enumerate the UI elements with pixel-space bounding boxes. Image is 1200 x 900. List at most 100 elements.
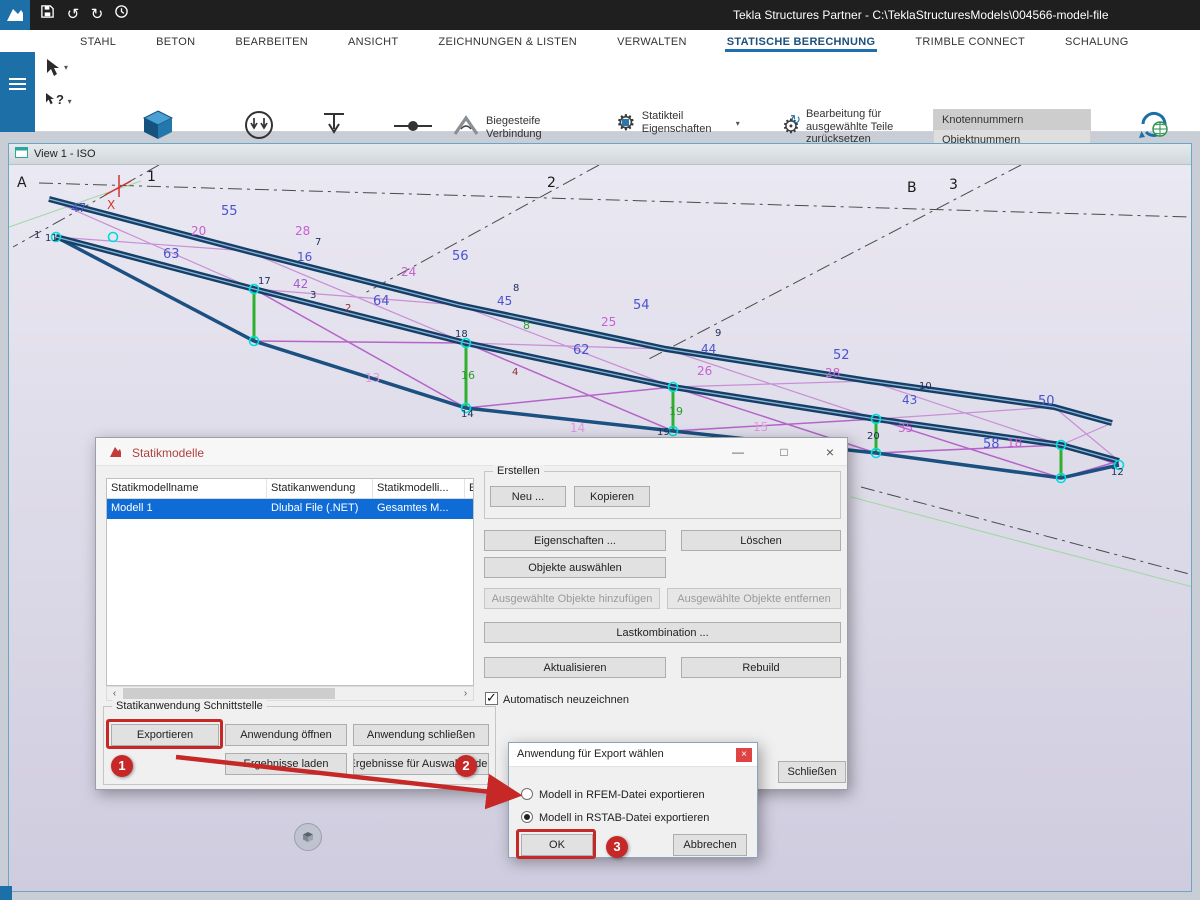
scroll-left-icon[interactable]: ‹ (107, 687, 122, 700)
cell-modelltyp: Gesamtes M... (373, 499, 465, 519)
tab-statische-berechnung[interactable]: STATISCHE BERECHNUNG (725, 33, 878, 52)
dialog-titlebar[interactable]: Statikmodelle — □ × (96, 438, 847, 466)
schliessen-button[interactable]: Schließen (778, 761, 846, 783)
node-label: 63 (163, 247, 180, 262)
node-label: 58 (983, 437, 1000, 452)
history-icon[interactable] (110, 4, 132, 26)
close-icon[interactable]: × (736, 748, 752, 762)
horizontal-scrollbar[interactable]: ‹ › (106, 686, 474, 701)
node-label: 8 (523, 319, 530, 332)
column-header[interactable]: Statikmodelli... (373, 479, 465, 498)
neu-button[interactable]: Neu ... (490, 486, 566, 507)
column-header[interactable]: Statikmodellname (107, 479, 267, 498)
ribbon-tabs: STAHL BETON BEARBEITEN ANSICHT ZEICHNUNG… (0, 30, 1200, 52)
select-tool[interactable]: ▾ (44, 58, 62, 83)
bearbeitung-zuruecksetzen-button[interactable]: ⚙↻ Bearbeitung für ausgewählte Teile zur… (782, 108, 918, 146)
annotation-box-exportieren (106, 719, 223, 749)
node-label: 13 (365, 371, 380, 385)
export-dialog-title: Anwendung für Export wählen (517, 748, 664, 760)
rebuild-button[interactable]: Rebuild (681, 657, 841, 678)
window-title: Tekla Structures Partner - C:\TeklaStruc… (733, 8, 1109, 22)
node-label: 2 (345, 303, 351, 314)
gear-cube-icon: ⚙ (616, 110, 636, 136)
view-titlebar[interactable]: View 1 - ISO (9, 144, 1191, 165)
node-label: 14 (461, 409, 474, 420)
export-dialog-titlebar[interactable]: Anwendung für Export wählen × (509, 743, 757, 767)
minimize-button[interactable]: — (718, 438, 758, 466)
biegesteife-verbindung-button[interactable]: Biegesteife Verbindung (452, 112, 568, 143)
node-label: 11 (45, 233, 58, 244)
node-label: 25 (601, 315, 616, 329)
radio-icon[interactable] (521, 788, 533, 800)
node-label: 10 (919, 381, 932, 392)
tab-verwalten[interactable]: VERWALTEN (615, 33, 689, 52)
navigation-compass[interactable] (294, 823, 322, 851)
kopieren-button[interactable]: Kopieren (574, 486, 650, 507)
table-row[interactable]: Modell 1 Dlubal File (.NET) Gesamtes M..… (107, 499, 473, 519)
chevron-down-icon[interactable]: ▾ (736, 119, 740, 128)
save-icon[interactable] (36, 4, 58, 26)
redo-icon[interactable]: ↻ (86, 4, 108, 26)
ergebnisse-laden-button[interactable]: Ergebnisse laden (225, 753, 347, 775)
node-label: 50 (1038, 394, 1055, 409)
node-label: 12 (1111, 467, 1124, 478)
anwendung-oeffnen-button[interactable]: Anwendung öffnen (225, 724, 347, 746)
tab-zeichnungen-listen[interactable]: ZEICHNUNGEN & LISTEN (436, 33, 579, 52)
rfem-radio[interactable]: Modell in RFEM-Datei exportieren (521, 785, 705, 803)
maximize-button[interactable]: □ (764, 438, 804, 466)
tab-ansicht[interactable]: ANSICHT (346, 33, 400, 52)
node-label: 26 (697, 364, 712, 378)
objekte-auswaehlen-button[interactable]: Objekte auswählen (484, 557, 666, 578)
anwendung-schliessen-button[interactable]: Anwendung schließen (353, 724, 489, 746)
chevron-down-icon[interactable]: ▾ (64, 63, 68, 72)
bearbeitung-zuruecksetzen-label: Bearbeitung für ausgewählte Teile zurück… (806, 108, 918, 146)
cell-anwendung: Dlubal File (.NET) (267, 499, 373, 519)
abbrechen-button[interactable]: Abbrechen (673, 834, 747, 856)
statikmodelle-table[interactable]: Statikmodellname Statikanwendung Statikm… (106, 478, 474, 686)
node-label: 35 (898, 421, 913, 435)
node-label: 14 (570, 421, 585, 435)
help-select-tool[interactable]: ? ▾ (44, 92, 72, 107)
scrollbar-thumb[interactable] (123, 688, 335, 699)
eigenschaften-button[interactable]: Eigenschaften ... (484, 530, 666, 551)
node-marker (109, 233, 118, 242)
objekte-entfernen-button: Ausgewählte Objekte entfernen (667, 588, 841, 609)
undo-icon[interactable]: ↺ (62, 4, 84, 26)
lastgruppen-icon (242, 108, 276, 147)
knotennummern-option[interactable]: Knotennummern (934, 110, 1090, 130)
statikteil-eigenschaften-button[interactable]: ⚙ Statikteil Eigenschaften ▾ (616, 110, 740, 136)
aktualisieren-button[interactable]: Aktualisieren (484, 657, 666, 678)
node-label: 64 (373, 294, 390, 309)
rstab-radio[interactable]: Modell in RSTAB-Datei exportieren (521, 808, 709, 826)
radio-selected-icon[interactable] (521, 811, 533, 823)
dialog-title: Statikmodelle (132, 446, 204, 460)
statik-modelle-icon (141, 108, 175, 147)
column-header[interactable]: E (465, 479, 473, 498)
node-label: 16 (297, 250, 312, 264)
chevron-down-icon[interactable]: ▾ (68, 97, 72, 106)
node-label: 54 (633, 298, 650, 313)
statikteil-eigenschaften-label: Statikteil Eigenschaften (642, 110, 730, 135)
checkbox-check-icon[interactable] (485, 692, 498, 705)
scroll-right-icon[interactable]: › (458, 687, 473, 700)
tab-trimble-connect[interactable]: TRIMBLE CONNECT (913, 33, 1027, 52)
lastkombination-button[interactable]: Lastkombination ... (484, 622, 841, 643)
node-label: 24 (401, 265, 416, 279)
corner-accent (0, 886, 12, 900)
tab-bearbeiten[interactable]: BEARBEITEN (233, 33, 310, 52)
node-label: 19 (669, 405, 683, 418)
auto-redraw-checkbox[interactable]: Automatisch neuzeichnen (485, 690, 629, 708)
biegesteife-verbindung-icon (452, 112, 480, 143)
loeschen-button[interactable]: Löschen (681, 530, 841, 551)
column-header[interactable]: Statikanwendung (267, 479, 373, 498)
tab-beton[interactable]: BETON (154, 33, 197, 52)
node-label: X (107, 198, 115, 212)
tab-schalung[interactable]: SCHALUNG (1063, 33, 1131, 52)
last-icon (319, 108, 349, 147)
tab-stahl[interactable]: STAHL (78, 33, 118, 52)
node-label: 62 (573, 343, 590, 358)
node-label: B (907, 180, 917, 196)
node-label: 17 (258, 276, 271, 287)
close-button[interactable]: × (810, 438, 850, 466)
ribbon: Statik-Modelle Lastgruppen Last Knoten B (0, 52, 1200, 132)
